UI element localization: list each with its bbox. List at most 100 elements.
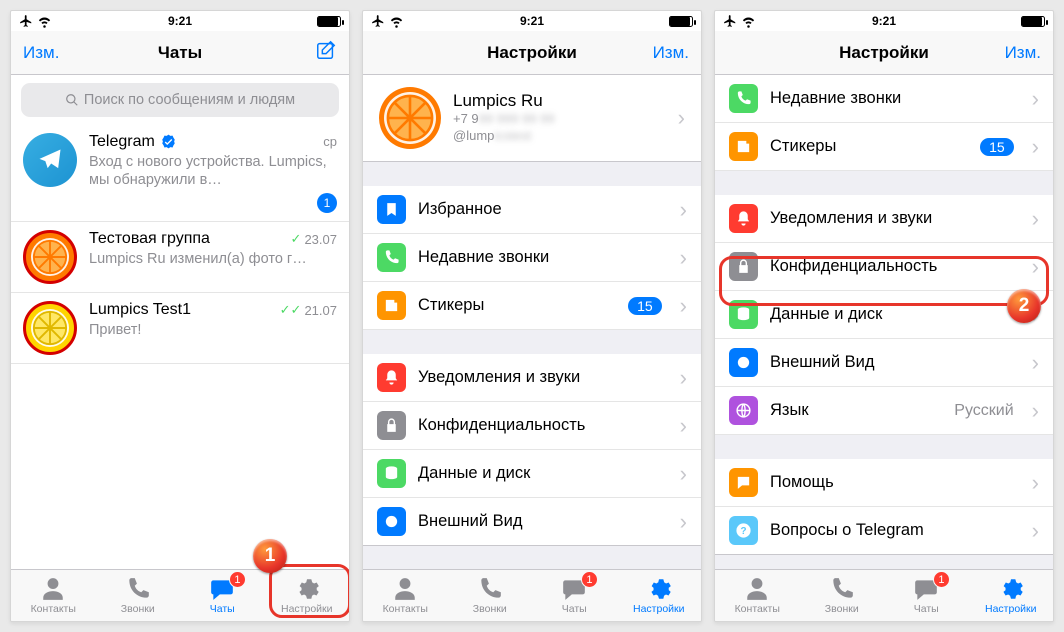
airplane-icon (371, 14, 385, 28)
chat-list: Telegram ср Вход с нового устройства. Lu… (11, 125, 349, 364)
database-icon (735, 306, 752, 323)
tab-label: Контакты (735, 603, 780, 615)
tab-settings[interactable]: Настройки (969, 570, 1054, 621)
telegram-plane-icon (36, 146, 64, 174)
airplane-icon (19, 14, 33, 28)
cell-data[interactable]: Данные и диск › (715, 291, 1053, 339)
chat-icon (735, 474, 752, 491)
tab-label: Чаты (562, 603, 587, 615)
chat-row-testgroup[interactable]: Тестовая группа ✓23.07 Lumpics Ru измени… (11, 222, 349, 293)
wifi-icon (37, 14, 52, 29)
chevron-right-icon: › (1032, 134, 1039, 160)
status-bar: 9:21 (715, 11, 1053, 31)
chevron-right-icon: › (680, 365, 687, 391)
battery-icon (669, 16, 693, 27)
tab-settings[interactable]: Настройки (265, 570, 350, 621)
settings-title: Настройки (781, 43, 987, 63)
profile-row[interactable]: Lumpics Ru +7 999 999 99 99 @lumpicstest… (363, 75, 701, 162)
cell-favorites[interactable]: Избранное › (363, 186, 701, 234)
tab-calls[interactable]: Звонки (448, 570, 533, 621)
chat-name: Lumpics Test1 (89, 301, 191, 319)
language-value: Русский (954, 402, 1013, 420)
cell-recent-calls[interactable]: Недавние звонки › (363, 234, 701, 282)
search-placeholder: Поиск по сообщениям и людям (84, 92, 295, 108)
globe-icon (735, 402, 752, 419)
chat-preview: Lumpics Ru изменил(а) фото г… (89, 250, 337, 268)
tab-calls[interactable]: Звонки (800, 570, 885, 621)
cell-stickers[interactable]: Стикеры 15 › (715, 123, 1053, 171)
status-time: 9:21 (89, 14, 271, 28)
circle-icon (735, 354, 752, 371)
tab-chats[interactable]: 1Чаты (532, 570, 617, 621)
chevron-right-icon: › (1032, 350, 1039, 376)
cell-stickers[interactable]: Стикеры 15 › (363, 282, 701, 330)
verified-icon (161, 134, 176, 149)
cell-notifications[interactable]: Уведомления и звуки › (715, 195, 1053, 243)
tab-label: Контакты (31, 603, 76, 615)
sticker-icon (735, 138, 752, 155)
cell-help[interactable]: Помощь › (715, 459, 1053, 507)
cell-faq[interactable]: ? Вопросы о Telegram › (715, 507, 1053, 555)
profile-phone: +7 9 (453, 111, 479, 126)
phone-chats: 9:21 Изм. Чаты Поиск по сообщениям и люд… (10, 10, 350, 622)
chevron-right-icon: › (1032, 254, 1039, 280)
chevron-right-icon: › (678, 105, 685, 131)
chevron-right-icon: › (680, 509, 687, 535)
settings-navbar: Настройки Изм. (363, 31, 701, 75)
edit-button[interactable]: Изм. (987, 43, 1041, 63)
cell-label: Недавние звонки (770, 89, 1014, 108)
callout-badge-1: 1 (253, 539, 287, 573)
chevron-right-icon: › (680, 245, 687, 271)
cell-label: Избранное (418, 200, 662, 219)
battery-icon (317, 16, 341, 27)
tab-chats[interactable]: 1Чаты (884, 570, 969, 621)
search-input[interactable]: Поиск по сообщениям и людям (21, 83, 339, 117)
cell-data[interactable]: Данные и диск › (363, 450, 701, 498)
cell-label: Данные и диск (770, 305, 1014, 324)
tab-calls[interactable]: Звонки (96, 570, 181, 621)
chevron-right-icon: › (680, 413, 687, 439)
phone-settings-scrolled: 9:21 Настройки Изм. Недавние звонки › Ст… (714, 10, 1054, 622)
cell-privacy-highlighted[interactable]: Конфиденциальность › (715, 243, 1053, 291)
cell-notifications[interactable]: Уведомления и звуки › (363, 354, 701, 402)
avatar-lemon (23, 301, 77, 355)
tab-label: Звонки (473, 603, 507, 615)
status-time: 9:21 (441, 14, 623, 28)
compose-button[interactable] (283, 39, 337, 66)
compose-icon (315, 39, 337, 61)
wifi-icon (389, 14, 404, 29)
tab-label: Настройки (633, 603, 685, 615)
edit-button[interactable]: Изм. (635, 43, 689, 63)
cell-label: Помощь (770, 473, 1014, 492)
cell-label: Внешний Вид (418, 512, 662, 531)
cell-recent-calls[interactable]: Недавние звонки › (715, 75, 1053, 123)
chevron-right-icon: › (680, 197, 687, 223)
tab-contacts[interactable]: Контакты (715, 570, 800, 621)
tab-contacts[interactable]: Контакты (11, 570, 96, 621)
chat-row-telegram[interactable]: Telegram ср Вход с нового устройства. Lu… (11, 125, 349, 222)
sticker-badge: 15 (980, 138, 1014, 156)
avatar-orange (23, 230, 77, 284)
tab-chats[interactable]: 1 Чаты (180, 570, 265, 621)
tab-label: Контакты (383, 603, 428, 615)
tab-contacts[interactable]: Контакты (363, 570, 448, 621)
avatar-profile (379, 87, 441, 149)
cell-label: Стикеры (418, 296, 616, 315)
cell-privacy[interactable]: Конфиденциальность › (363, 402, 701, 450)
chat-name: Тестовая группа (89, 230, 210, 248)
chevron-right-icon: › (1032, 518, 1039, 544)
cell-appearance[interactable]: Внешний Вид › (715, 339, 1053, 387)
chevron-right-icon: › (1032, 470, 1039, 496)
chat-preview: Вход с нового устройства. Lumpics, мы об… (89, 153, 337, 189)
tab-settings[interactable]: Настройки (617, 570, 702, 621)
sticker-badge: 15 (628, 297, 662, 315)
cell-appearance[interactable]: Внешний Вид › (363, 498, 701, 546)
status-bar: 9:21 (11, 11, 349, 31)
chat-row-lumpics-test1[interactable]: Lumpics Test1 ✓✓21.07 Привет! (11, 293, 349, 364)
avatar-telegram (23, 133, 77, 187)
edit-button[interactable]: Изм. (23, 43, 77, 63)
chevron-right-icon: › (680, 293, 687, 319)
cell-label: Конфиденциальность (770, 257, 1014, 276)
database-icon (383, 465, 400, 482)
cell-language[interactable]: Язык Русский › (715, 387, 1053, 435)
